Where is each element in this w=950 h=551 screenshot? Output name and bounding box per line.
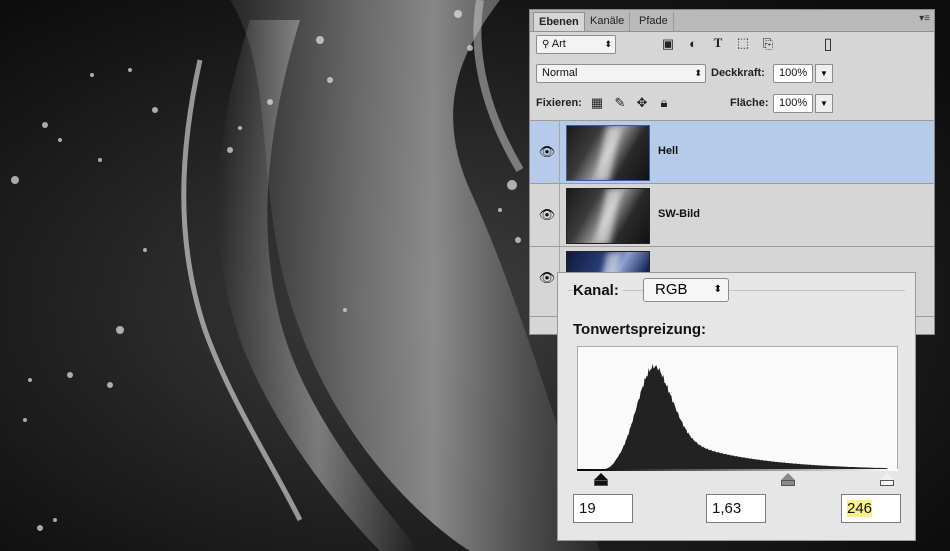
channel-select[interactable]: RGB ⬍ — [643, 278, 729, 302]
updown-arrows-icon: ⬍ — [604, 39, 612, 49]
updown-arrows-icon: ⬍ — [713, 284, 722, 295]
fill-dropdown-icon[interactable]: ▼ — [815, 94, 833, 113]
layer-row-hell[interactable]: 👁︎ Hell — [530, 121, 934, 184]
layer-thumbnail — [566, 188, 650, 244]
white-point-value: 246 — [847, 500, 873, 517]
filter-row: ⚲ Art ⬍ ▣ ◐ T ⬚ ⎘ ▯ — [530, 34, 934, 56]
white-point-input[interactable]: 246 — [841, 494, 901, 523]
levels-panel: Kanal: RGB ⬍ Tonwertspreizung: 19 1,63 2… — [557, 272, 916, 541]
filter-type-label: Art — [551, 38, 566, 50]
tab-ebenen[interactable]: Ebenen — [533, 12, 585, 31]
image-filter-icon[interactable]: ▣ — [660, 36, 676, 52]
layer-name[interactable]: Hell — [658, 145, 678, 157]
blend-row: Normal ⬍ Deckkraft: 100% ▼ — [530, 63, 934, 85]
black-point-input[interactable]: 19 — [573, 494, 633, 523]
lock-transparent-icon[interactable]: ▦ — [589, 95, 605, 111]
eye-icon[interactable]: 👁︎ — [538, 270, 556, 286]
text-filter-icon[interactable]: T — [710, 35, 726, 51]
layer-row-sw-bild[interactable]: 👁︎ SW-Bild — [530, 184, 934, 247]
blend-mode-value: Normal — [542, 67, 578, 79]
filter-type-select[interactable]: ⚲ Art ⬍ — [536, 35, 616, 54]
smart-object-filter-icon[interactable]: ⎘ — [760, 36, 776, 52]
lock-position-icon[interactable]: ✥ — [634, 95, 650, 111]
eye-icon[interactable]: 👁︎ — [538, 144, 556, 160]
lock-label: Fixieren: — [536, 97, 582, 109]
lock-all-icon[interactable]: 🔒︎ — [656, 95, 672, 111]
fill-input[interactable]: 100% — [773, 94, 813, 113]
tab-pfade[interactable]: Pfade — [634, 12, 674, 31]
adjustment-filter-icon[interactable]: ◐ — [685, 36, 701, 51]
shape-filter-icon[interactable]: ⬚ — [735, 35, 751, 51]
eye-icon[interactable]: 👁︎ — [538, 207, 556, 223]
white-point-slider-base[interactable] — [879, 480, 894, 486]
histogram-area — [578, 363, 897, 470]
gamma-slider-base[interactable] — [780, 480, 795, 486]
blend-mode-select[interactable]: Normal ⬍ — [536, 64, 706, 83]
gamma-input[interactable]: 1,63 — [706, 494, 766, 523]
input-gradient-bar — [577, 469, 898, 471]
filter-toggle-icon[interactable]: ▯ — [820, 34, 836, 54]
tab-kanaele[interactable]: Kanäle — [585, 12, 631, 31]
opacity-input[interactable]: 100% — [773, 64, 813, 83]
black-point-slider-base[interactable] — [593, 480, 608, 486]
lock-pixels-icon[interactable]: ✎ — [612, 95, 628, 111]
panel-tab-bar: Ebenen Kanäle Pfade ▾≡ — [530, 10, 934, 32]
gamma-slider[interactable] — [780, 473, 795, 480]
black-point-slider[interactable] — [593, 473, 608, 480]
input-levels-label: Tonwertspreizung: — [573, 321, 707, 338]
fill-label: Fläche: — [730, 97, 769, 109]
panel-menu-icon[interactable]: ▾≡ — [919, 13, 930, 24]
opacity-label: Deckkraft: — [711, 67, 765, 79]
layer-name[interactable]: SW-Bild — [658, 208, 700, 220]
white-point-slider[interactable] — [879, 473, 894, 480]
updown-arrows-icon: ⬍ — [694, 68, 702, 78]
layer-thumbnail — [566, 125, 650, 181]
histogram — [577, 346, 898, 471]
lock-row: Fixieren: ▦ ✎ ✥ 🔒︎ Fläche: 100% ▼ — [530, 93, 934, 115]
channel-value: RGB — [655, 281, 688, 298]
opacity-dropdown-icon[interactable]: ▼ — [815, 64, 833, 83]
search-icon: ⚲ — [542, 39, 550, 50]
channel-label: Kanal: — [573, 282, 623, 299]
